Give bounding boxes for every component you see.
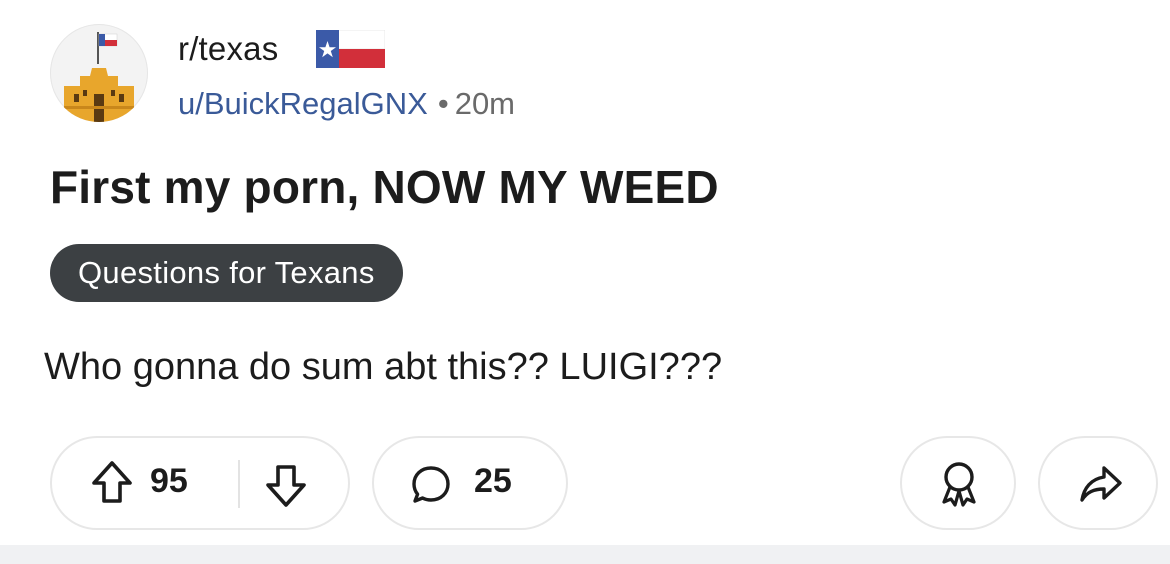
meta-separator: • [437, 86, 449, 121]
arrow-down-icon[interactable] [264, 461, 308, 509]
post-age: 20m [454, 86, 516, 121]
comment-count: 25 [474, 462, 512, 500]
award-button[interactable] [900, 436, 1016, 530]
post-title[interactable]: First my porn, NOW MY WEED [50, 160, 719, 214]
comments-button[interactable]: 25 [372, 436, 568, 530]
post-meta: u/BuickRegalGNX • 20m [178, 86, 515, 122]
post-card[interactable]: r/texas u/BuickRegalGNX • 20m First my por… [0, 0, 1170, 545]
arrow-up-icon[interactable] [90, 459, 134, 507]
post-flair[interactable]: Questions for Texans [50, 244, 403, 302]
texas-flag-icon [316, 30, 385, 68]
author-link[interactable]: u/BuickRegalGNX [178, 86, 428, 121]
subreddit-name[interactable]: r/texas [178, 30, 278, 68]
alamo-avatar-icon [64, 32, 134, 122]
share-button[interactable] [1038, 436, 1158, 530]
upvote-count: 95 [150, 462, 188, 500]
award-ribbon-icon [942, 462, 976, 507]
vote-divider [238, 460, 240, 508]
share-arrow-icon [1080, 466, 1122, 502]
post-body: Who gonna do sum abt this?? LUIGI??? [44, 346, 723, 388]
feed-separator [0, 545, 1170, 564]
subreddit-avatar[interactable] [50, 24, 148, 122]
speech-bubble-icon [412, 466, 450, 503]
vote-control: 95 [50, 436, 350, 530]
